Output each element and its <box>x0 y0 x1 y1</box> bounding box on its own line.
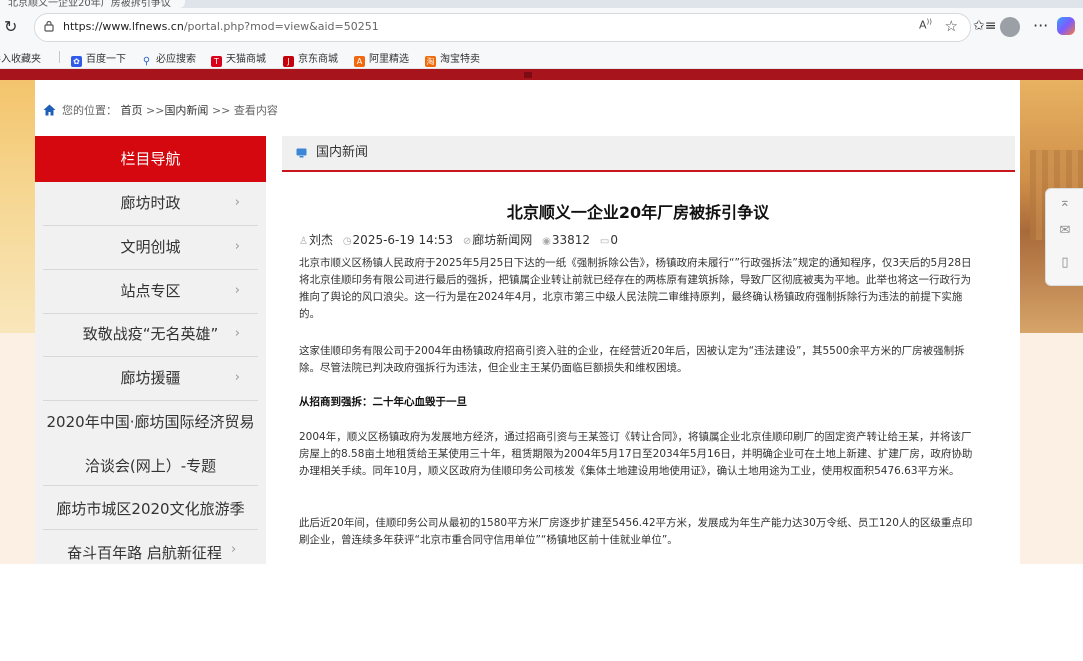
favorites-icon[interactable]: ✩≡ <box>973 18 996 34</box>
sidebar-item-label: 廊坊时政 <box>120 194 181 212</box>
breadcrumb-current: 查看内容 <box>233 104 278 117</box>
bookmark-divider <box>59 51 60 63</box>
url-path: /portal.php?mod=view&aid=50251 <box>183 20 379 33</box>
site-header-bar <box>0 69 1083 80</box>
url-host: https://www.lfnews.cn <box>63 20 184 33</box>
search-icon: ⚲ <box>142 56 151 67</box>
read-aloud-icon[interactable]: A)) <box>919 18 932 32</box>
bookmark-jd[interactable]: J 京东商城 <box>283 50 338 67</box>
sidebar-item-site-zone[interactable]: 站点专区 › <box>43 270 258 314</box>
article-paragraph: 2004年，顺义区杨镇政府为发展地方经济，通过招商引资与王某签订《转让合同》，将… <box>299 431 973 477</box>
wechat-icon[interactable]: ✉ <box>1046 223 1083 238</box>
sidebar-item-label: 奋斗百年路 启航新征程 <box>67 544 222 562</box>
sidebar-item-label: 廊坊市城区2020文化旅游季 <box>56 500 245 518</box>
copilot-icon[interactable] <box>1057 17 1075 35</box>
column-header: 国内新闻 <box>282 136 1015 172</box>
ali-icon: A <box>354 56 365 67</box>
chevron-right-icon: › <box>234 283 240 298</box>
bookmark-label: 淘宝特卖 <box>440 54 480 65</box>
taobao-icon: 淘 <box>425 56 436 67</box>
bookmark-tmall[interactable]: T 天猫商城 <box>211 50 266 67</box>
background-banner-left <box>0 80 35 333</box>
link-icon: ⊘ <box>462 236 472 247</box>
reload-icon[interactable]: ↻ <box>4 17 17 36</box>
bookmark-baidu[interactable]: ✿ 百度一下 <box>71 50 126 67</box>
chevron-right-icon: › <box>234 239 240 254</box>
url-field[interactable]: https://www.lfnews.cn/portal.php?mod=vie… <box>34 13 971 42</box>
header-marker <box>524 72 532 78</box>
sidebar-item-label: 洽谈会(网上）-专题 <box>84 457 217 475</box>
bookmark-ali[interactable]: A 阿里精选 <box>354 50 409 67</box>
breadcrumb-home-link[interactable]: 首页 <box>121 104 143 117</box>
article-source[interactable]: 廊坊新闻网 <box>472 233 532 247</box>
sidebar-item-label: 廊坊援疆 <box>120 369 181 387</box>
content-container: 您的位置： 首页 >>国内新闻 >> 查看内容 栏目导航 廊坊时政 › 文明创城… <box>35 80 1020 564</box>
sidebar-nav: 栏目导航 廊坊时政 › 文明创城 › 站点专区 › 致敬战疫“无名英雄” › 廊… <box>35 136 266 564</box>
bookmark-label: 阿里精选 <box>369 54 409 65</box>
article-paragraph: 这家佳顺印务有限公司于2004年由杨镇政府招商引资入驻的企业，在经营近20年后，… <box>299 345 965 374</box>
baidu-icon: ✿ <box>71 56 82 67</box>
bookmark-label: 天猫商城 <box>226 54 266 65</box>
bookmark-label: 必应搜索 <box>156 54 196 65</box>
profile-avatar[interactable] <box>1000 17 1020 37</box>
sidebar-item-label: 致敬战疫“无名英雄” <box>82 325 219 343</box>
article-comments[interactable]: 0 <box>610 233 618 247</box>
article-meta: ♙刘杰 ◷2025-6-19 14:53 ⊘廊坊新闻网 ◉33812 ▭0 <box>299 231 624 248</box>
sidebar-title: 栏目导航 <box>35 136 266 182</box>
breadcrumb-label: 您的位置： <box>62 104 117 117</box>
floating-toolbar: ⌅ ✉ ▯ <box>1045 188 1083 286</box>
column-title: 国内新闻 <box>316 145 369 160</box>
sidebar-item-civilized-city[interactable]: 文明创城 › <box>43 226 258 270</box>
sidebar-item-langfang-politics[interactable]: 廊坊时政 › <box>43 182 258 226</box>
bookmark-bing[interactable]: ⚲ 必应搜索 <box>141 50 196 67</box>
breadcrumb-separator: >> <box>211 104 231 117</box>
bookmarks-bar: 导入收藏夹 ✿ 百度一下 ⚲ 必应搜索 T 天猫商城 J 京东商城 A 阿里精选 淘淘宝特… <box>0 46 1083 69</box>
back-to-top-icon[interactable]: ⌅ <box>1046 195 1083 210</box>
article-datetime: 2025-6-19 14:53 <box>352 233 454 247</box>
sidebar-divider <box>43 485 258 486</box>
article-author: 刘杰 <box>308 233 333 247</box>
chevron-right-icon: › <box>234 195 240 210</box>
sidebar-item-label: 文明创城 <box>120 238 181 256</box>
browser-tab-strip: 北京顺义一企业20年厂房被拆引争议 <box>0 0 1083 9</box>
address-bar: ↻ https://www.lfnews.cn/portal.php?mod=v… <box>0 8 1083 46</box>
chevron-right-icon: › <box>234 370 240 385</box>
sidebar-item-label: 站点专区 <box>120 282 181 300</box>
sidebar-divider <box>43 529 258 530</box>
browser-toolbar-right: ✩≡ ··· <box>973 8 1083 46</box>
breadcrumb-category-link[interactable]: 国内新闻 <box>164 104 208 117</box>
sidebar-item-unsung-heroes[interactable]: 致敬战疫“无名英雄” › <box>43 313 258 357</box>
eye-icon: ◉ <box>542 236 551 247</box>
home-icon <box>43 104 56 116</box>
jd-icon: J <box>283 56 294 67</box>
more-menu-icon[interactable]: ··· <box>1033 16 1048 35</box>
article-paragraph: 北京市顺义区杨镇人民政府于2025年5月25日下达的一纸《强制拆除公告》，杨镇政… <box>299 257 972 320</box>
clock-icon: ◷ <box>342 236 352 247</box>
article-paragraph: 此后近20年间，佳顺印务公司从最初的1580平方米厂房逐步扩建至5456.42平… <box>299 517 973 546</box>
breadcrumb: 您的位置： 首页 >>国内新闻 >> 查看内容 <box>43 102 278 118</box>
url-text: https://www.lfnews.cn/portal.php?mod=vie… <box>63 20 379 33</box>
sidebar-item-label: 2020年中国·廊坊国际经济贸易 <box>46 413 255 431</box>
article-subheading: 从招商到强拆：二十年心血毁于一旦 <box>299 394 979 411</box>
article-views: 33812 <box>551 233 591 247</box>
article-subheading-text: 从招商到强拆：二十年心血毁于一旦 <box>299 396 467 408</box>
bookmark-label: 京东商城 <box>298 54 338 65</box>
article-title: 北京顺义一企业20年厂房被拆引争议 <box>506 203 770 222</box>
breadcrumb-separator: >> <box>146 104 165 117</box>
chevron-right-icon: › <box>234 326 240 341</box>
bookmark-import[interactable]: 导入收藏夹 <box>0 50 41 65</box>
lock-icon[interactable] <box>43 20 55 32</box>
chevron-right-icon: › <box>231 542 237 557</box>
bookmark-taobao[interactable]: 淘淘宝特卖 <box>425 50 480 67</box>
author-icon: ♙ <box>299 236 308 247</box>
sidebar-item-xinjiang-aid[interactable]: 廊坊援疆 › <box>43 357 258 401</box>
tmall-icon: T <box>211 56 222 67</box>
comment-icon: ▭ <box>599 236 610 247</box>
mobile-icon[interactable]: ▯ <box>1046 255 1083 270</box>
bookmark-label: 百度一下 <box>86 54 126 65</box>
bookmark-label: 导入收藏夹 <box>0 54 41 65</box>
favorite-star-icon[interactable]: ☆ <box>945 17 958 35</box>
monitor-icon <box>296 148 307 158</box>
browser-tab[interactable]: 北京顺义一企业20年厂房被拆引争议 <box>0 0 185 9</box>
